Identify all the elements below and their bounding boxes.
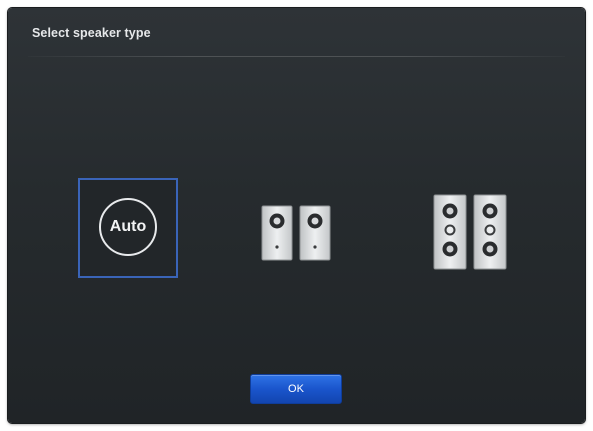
ok-button[interactable]: OK: [250, 374, 342, 404]
quad-speakers-icon: [433, 194, 507, 270]
title-divider: [28, 56, 565, 57]
speaker-option-2ch[interactable]: [256, 202, 338, 264]
stereo-speakers-icon: [261, 205, 331, 261]
speaker-option-auto[interactable]: Auto: [78, 178, 178, 278]
dialog-title: Select speaker type: [32, 26, 151, 40]
speaker-type-dialog: Select speaker type Auto OK: [8, 8, 585, 423]
speaker-option-4ch[interactable]: [428, 191, 512, 273]
auto-label: Auto: [109, 217, 147, 235]
auto-icon: Auto: [99, 198, 157, 256]
